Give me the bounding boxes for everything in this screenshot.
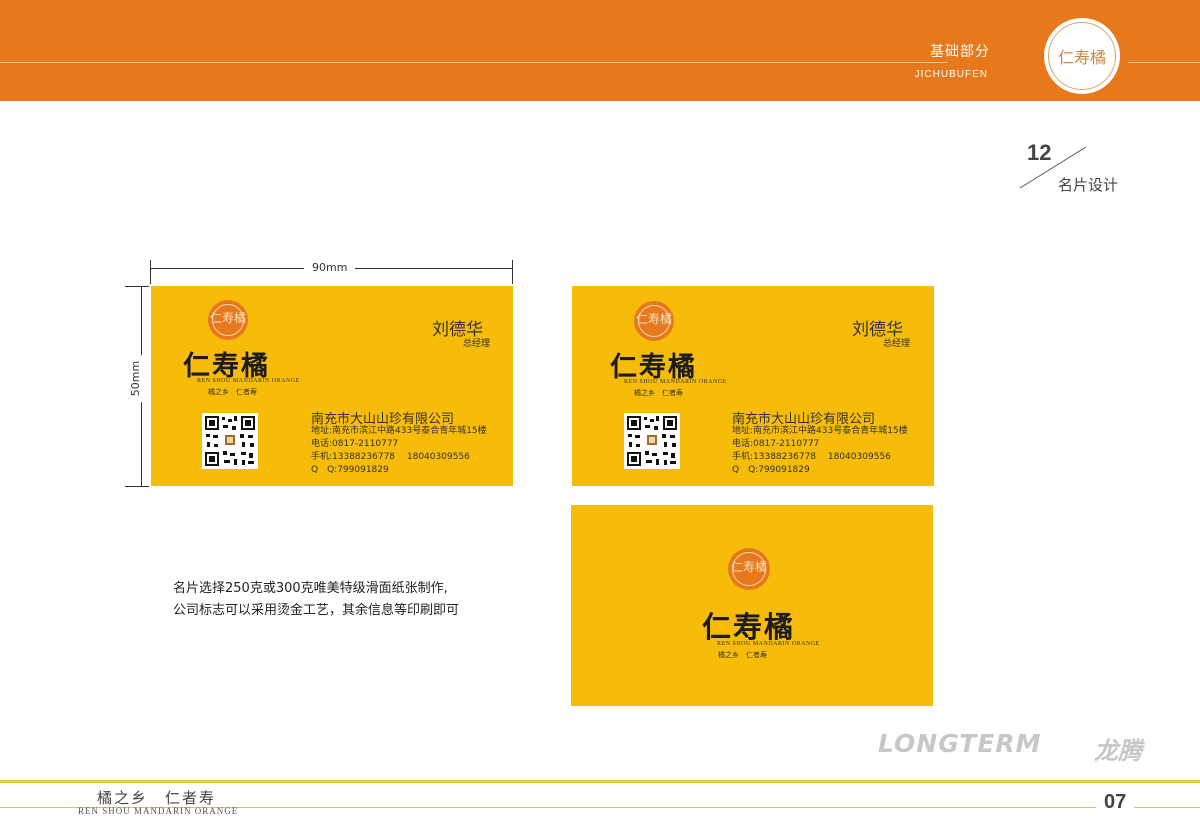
mobile: 手机:13388236778 18040309556 [732,452,891,462]
description-line-2: 公司标志可以采用烫金工艺，其余信息等印刷即可 [173,603,460,618]
address: 地址:南充市滨江中路433号泰合青年城15楼 [311,426,487,436]
brand-en: REN SHOU MANDARIN ORANGE [624,379,727,385]
mobile: 手机:13388236778 18040309556 [311,452,470,462]
brand-tagline: 橘之乡 仁者寿 [208,388,257,396]
seal-text: 仁寿橘 [635,312,672,326]
phone: 电话:0817-2110777 [732,439,820,449]
height-dimension-tick-bottom [125,486,149,487]
business-card-back: 仁寿橘 仁寿橘 REN SHOU MANDARIN ORANGE 橘之乡 仁者寿 [571,505,933,706]
width-dimension-tick-right [512,260,513,284]
seal-logo: 仁寿橘 [634,301,674,341]
footer-slogan-cn: 橘之乡 仁者寿 [97,789,217,807]
phone: 电话:0817-2110777 [311,439,399,449]
qr-code [624,413,680,469]
footer-page-number: 07 [1096,791,1135,814]
footer-slogan-en: REN SHOU MANDARIN ORANGE [78,806,239,816]
seal-text: 仁寿橘 [209,311,246,325]
section-subtitle: JICHUBUFEN [914,69,988,80]
brand-name: 仁寿橘 [702,610,796,644]
business-card-front: 仁寿橘 仁寿橘 REN SHOU MANDARIN ORANGE 橘之乡 仁者寿… [572,286,934,486]
qq: Q Q:799091829 [732,465,810,475]
width-dimension-tick-left [150,260,151,284]
brand-en: REN SHOU MANDARIN ORANGE [717,641,820,647]
person-title: 总经理 [463,339,491,349]
seal-text: 仁寿橘 [730,560,767,574]
header-divider [0,62,947,63]
address: 地址:南充市滨江中路433号泰合青年城15楼 [732,426,908,436]
header-bar [0,0,1200,101]
seal-logo: 仁寿橘 [208,300,248,340]
section-title: 基础部分 [930,44,990,60]
width-dimension-label: 90mm [304,261,356,274]
height-dimension-label: 50mm [129,354,143,403]
business-card-front-dimensioned: 仁寿橘 仁寿橘 REN SHOU MANDARIN ORANGE 橘之乡 仁者寿… [151,286,513,486]
brand-tagline: 橘之乡 仁者寿 [634,389,683,397]
longterm-logo-text: LONGTERM [878,729,1042,758]
header-seal-logo: 仁寿橘 [1044,18,1120,94]
qq: Q Q:799091829 [311,465,389,475]
header-seal-text: 仁寿橘 [1057,48,1106,67]
height-dimension-tick-top [125,286,149,287]
brand-tagline: 橘之乡 仁者寿 [718,651,767,659]
description-line-1: 名片选择250克或300克唯美特级滑面纸张制作, [173,581,448,596]
seal-logo: 仁寿橘 [728,548,770,590]
brand-en: REN SHOU MANDARIN ORANGE [197,378,300,384]
longterm-logo-cn: 龙腾 [1094,737,1142,765]
qr-code [202,413,258,469]
header-divider-right [1128,62,1200,63]
page-subtitle: 名片设计 [1058,176,1119,194]
footer-gold-band [0,780,1200,783]
person-title: 总经理 [883,339,911,349]
